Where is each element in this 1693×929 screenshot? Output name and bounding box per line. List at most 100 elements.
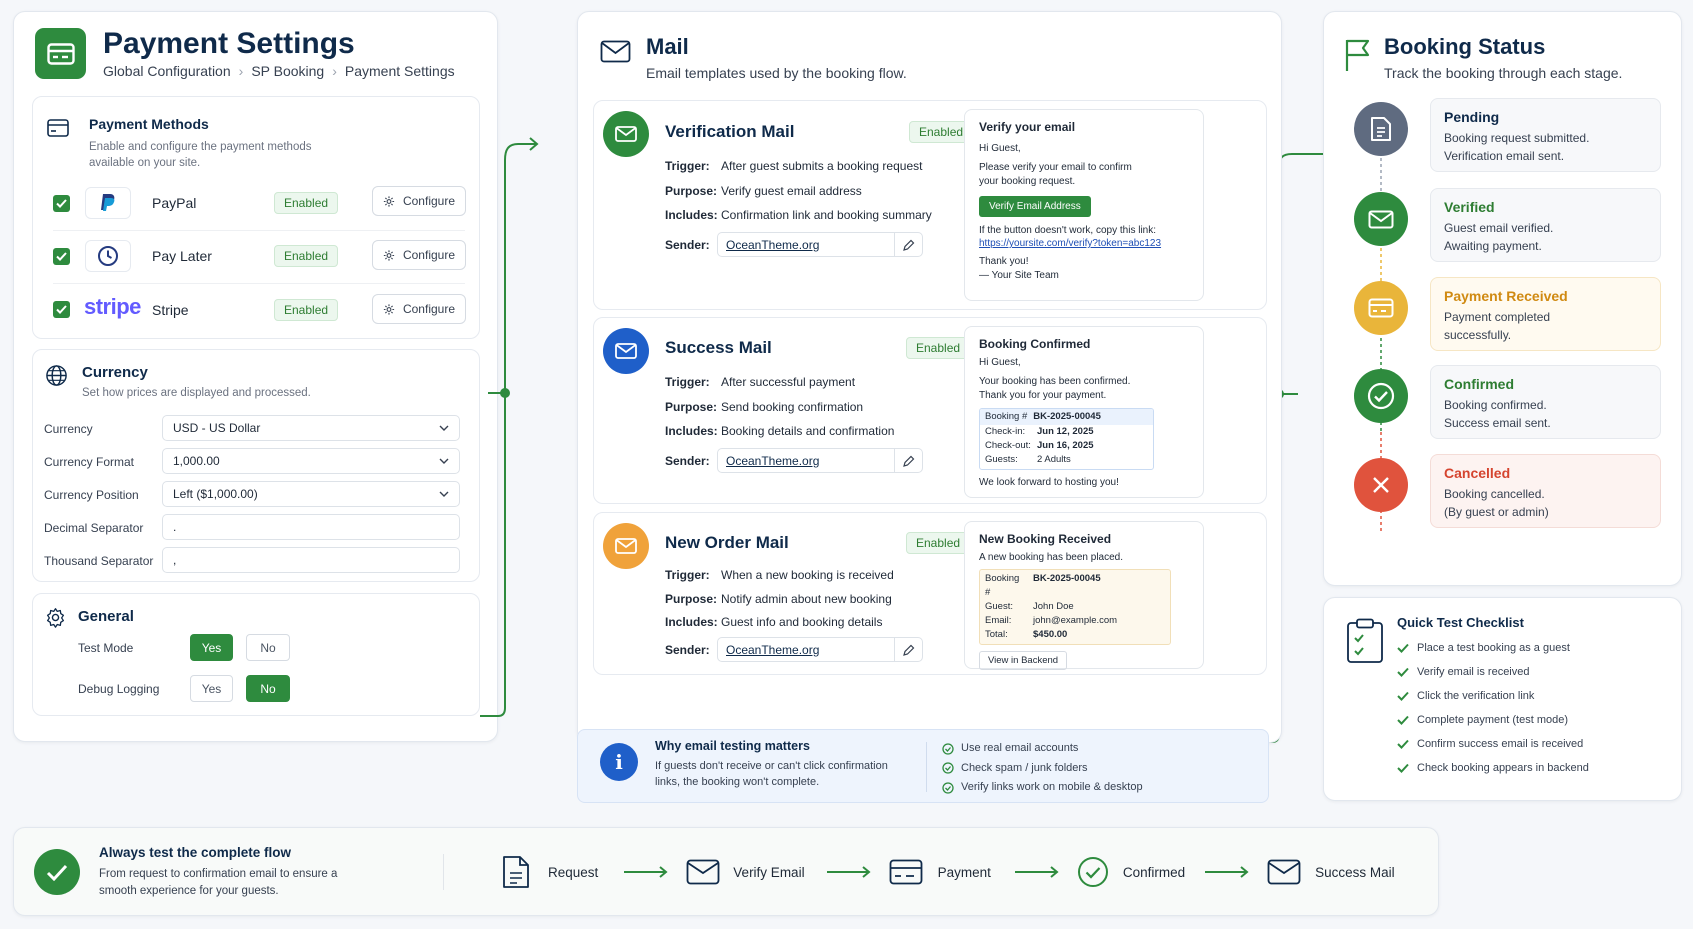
currency-position-select[interactable]: Left ($1,000.00) [162, 481, 460, 507]
preview-signature: — Your Site Team [979, 270, 1059, 281]
debug-logging-yes-button[interactable]: Yes [190, 675, 233, 702]
summary-label: Guests: [985, 454, 1018, 465]
button-label: Configure [402, 248, 455, 262]
decimal-separator-input[interactable]: . [162, 514, 460, 540]
preview-body: Your booking has been confirmed. Thank y… [979, 376, 1131, 401]
mail-panel: Mail Email templates used by the booking… [577, 11, 1282, 743]
row-value: Notify admin about new booking [721, 592, 892, 606]
tip-text: Check spam / junk folders [961, 761, 1088, 774]
button-label: Configure [402, 302, 455, 316]
row-label: Sender: [665, 454, 710, 468]
panel-subtitle: Email templates used by the booking flow… [646, 65, 907, 81]
sender-label: Sender: [665, 238, 721, 252]
arrow-right-icon [624, 866, 668, 878]
arrow-right-icon [826, 866, 871, 878]
thousand-separator-input[interactable]: , [162, 547, 460, 573]
breadcrumb: Global Configuration › SP Booking › Paym… [103, 63, 455, 79]
checklist-item: Check booking appears in backend [1397, 762, 1589, 774]
sender-input[interactable]: OceanTheme.org [717, 232, 923, 257]
divider [53, 283, 465, 284]
summary-value: $450.00 [1033, 629, 1068, 640]
tip-text: Use real email accounts [961, 742, 1079, 754]
check-icon [1397, 715, 1409, 725]
breadcrumb-item: Payment Settings [344, 63, 455, 79]
summary-value: 2 Adults [1037, 454, 1071, 465]
status-badge: Enabled [274, 299, 339, 321]
mail-icon [686, 859, 720, 885]
booking-status-panel: Booking Status Track the booking through… [1323, 11, 1682, 586]
pay-later-checkbox[interactable] [53, 248, 70, 265]
paypal-logo [85, 187, 131, 219]
row-label: Purpose: [665, 400, 718, 414]
preview-greeting: Hi Guest, [979, 357, 1021, 368]
stage-payment-received: Payment Received Payment completed succe… [1430, 277, 1661, 351]
tip-item: Use real email accounts [942, 739, 1143, 759]
flow-step-label: Payment [937, 864, 991, 880]
booking-summary: Booking # BK-2025-00045 Check-in: Jun 12, … [979, 408, 1154, 470]
includes-row: Includes: Guest info and booking details [665, 615, 882, 629]
chevron-down-icon [439, 491, 449, 497]
breadcrumb-item[interactable]: Global Configuration [103, 63, 231, 79]
mail-icon [603, 111, 649, 157]
summary-value: Jun 12, 2025 [1037, 426, 1094, 437]
paypal-checkbox[interactable] [53, 195, 70, 212]
test-mode-yes-button[interactable]: Yes [190, 634, 233, 661]
configure-stripe-button[interactable]: Configure [372, 294, 466, 324]
field-label: Currency Position [44, 488, 139, 502]
mail-icon [603, 328, 649, 374]
verified-icon [1354, 192, 1408, 246]
mail-template-title: Success Mail [665, 338, 772, 357]
general-section: General Test Mode Yes No Debug Logging Y… [32, 593, 480, 716]
flow-step-label: Confirmed [1122, 864, 1186, 880]
stage-desc: Booking request submitted. Verification … [1444, 131, 1590, 163]
stage-cancelled: Cancelled Booking cancelled. (By guest o… [1430, 454, 1661, 528]
document-icon [503, 856, 529, 888]
stage-name: Payment Received [1444, 288, 1568, 304]
input-value: . [173, 520, 177, 534]
flag-icon [1344, 38, 1372, 72]
flow-step-label: Verify Email [733, 864, 805, 880]
status-badge: Enabled [906, 532, 971, 554]
verification-mail-card: Verification Mail Enabled Trigger: After … [593, 100, 1267, 310]
row-label: Includes: [665, 208, 718, 222]
stage-name: Verified [1444, 199, 1495, 215]
summary-label: Email: [985, 615, 1012, 626]
section-description: Set how prices are displayed and process… [82, 387, 311, 399]
sender-input[interactable]: OceanTheme.org [717, 448, 923, 473]
verification-link[interactable]: https://yoursite.com/verify?token=abc123 [979, 238, 1189, 249]
debug-logging-no-button[interactable]: No [246, 675, 290, 702]
edit-button[interactable] [894, 233, 922, 256]
preview-title: Booking Confirmed [979, 337, 1091, 351]
view-in-backend-button[interactable]: View in Backend [979, 651, 1068, 670]
field-label: Thousand Separator [44, 554, 154, 568]
row-value: After successful payment [721, 375, 856, 389]
mail-icon [600, 40, 631, 63]
test-mode-no-button[interactable]: No [246, 634, 290, 661]
credit-card-icon [47, 119, 69, 137]
stripe-checkbox[interactable] [53, 301, 70, 318]
row-value: Send booking confirmation [721, 400, 864, 414]
sender-input[interactable]: OceanTheme.org [717, 637, 923, 662]
tip-text: Verify links work on mobile & desktop [961, 781, 1143, 793]
info-title: Why email testing matters [655, 739, 810, 753]
row-value: Verify guest email address [721, 184, 862, 198]
summary-label: Booking # [985, 573, 1020, 598]
configure-paypal-button[interactable]: Configure [372, 186, 466, 216]
breadcrumb-item[interactable]: SP Booking [251, 63, 324, 79]
success-mail-card: Success Mail Enabled Trigger: After succe… [593, 317, 1267, 504]
row-label: Includes: [665, 615, 718, 629]
edit-button[interactable] [894, 638, 922, 661]
stage-verified: Verified Guest email verified. Awaiting … [1430, 188, 1661, 262]
stage-name: Pending [1444, 109, 1500, 125]
edit-button[interactable] [894, 449, 922, 472]
email-preview: Booking Confirmed Hi Guest, Your booking… [964, 326, 1204, 498]
configure-pay-later-button[interactable]: Configure [372, 240, 466, 270]
info-icon: i [600, 743, 638, 781]
tip-list: Use real email accounts Check spam / jun… [942, 739, 1143, 798]
checklist-item: Click the verification link [1397, 690, 1534, 702]
preview-fallback: If the button doesn't work, copy this li… [979, 225, 1157, 236]
currency-select[interactable]: USD - US Dollar [162, 415, 460, 441]
payment-method-name: Pay Later [152, 248, 212, 264]
currency-format-select[interactable]: 1,000.00 [162, 448, 460, 474]
verify-email-button[interactable]: Verify Email Address [979, 196, 1091, 217]
